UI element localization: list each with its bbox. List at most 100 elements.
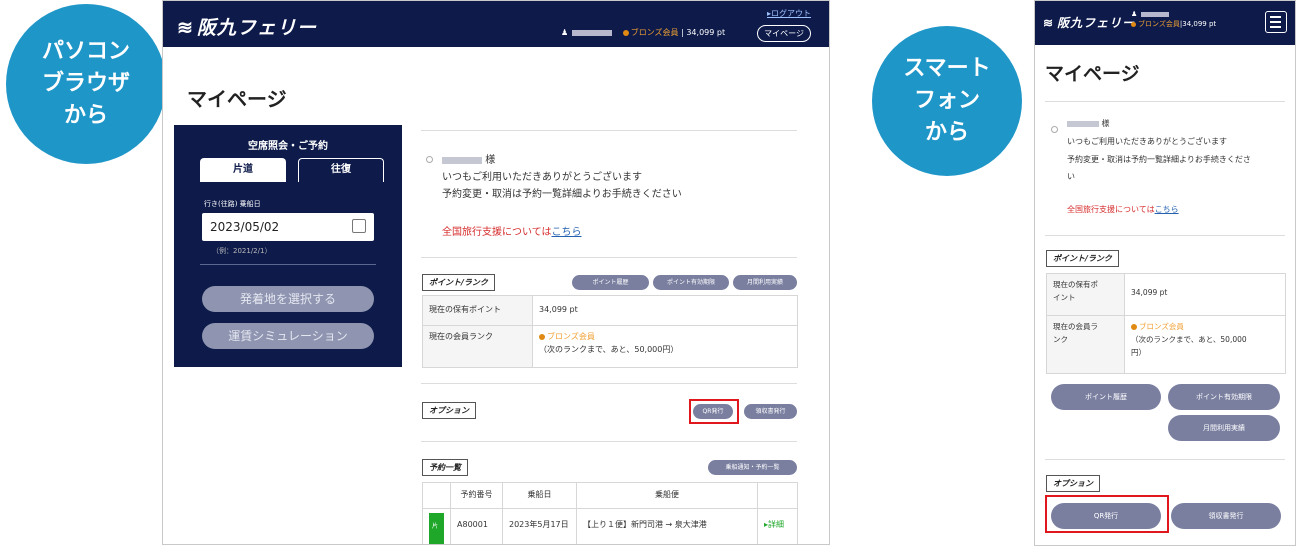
- table-cell: 34,099 pt: [1124, 273, 1286, 316]
- logo-text: 阪九フェリー: [196, 17, 317, 39]
- table-cell-text: 現在の保有ポ: [1053, 280, 1098, 289]
- options-section-label: オプション: [1046, 475, 1100, 492]
- pc-browser-screenshot: ≋ 阪九フェリー ♟ ブロンズ会員 | 34,099 pt ▸ログアウト マイペー…: [162, 0, 830, 545]
- table-row: 現在の保有ポイント 34,099 pt: [422, 295, 798, 326]
- badge-line: パソコン: [41, 39, 130, 64]
- badge-line: から: [63, 103, 108, 128]
- departure-date-label: 行き(往路) 乗船日: [204, 200, 261, 208]
- logout-link[interactable]: ▸ログアウト: [767, 8, 811, 19]
- user-name-blurred: [572, 29, 613, 36]
- table-header-cell: 乗船便: [576, 482, 758, 509]
- points-value: 34,099 pt: [1182, 20, 1217, 28]
- receipt-issue-button[interactable]: 領収書発行: [744, 404, 797, 419]
- menu-icon[interactable]: [1265, 11, 1287, 33]
- point-expiry-button[interactable]: ポイント有効期限: [653, 275, 729, 290]
- table-cell: ブロンズ会員 （次のランクまで、あと、50,000円）: [532, 325, 798, 368]
- trip-type-tabs: 片道 往復: [200, 158, 384, 182]
- logo-text: 阪九フェリー: [1057, 16, 1136, 30]
- rank-status: ブロンズ会員|34,099 pt: [1131, 19, 1216, 29]
- table-cell: 34,099 pt: [532, 295, 798, 326]
- divider: [1045, 459, 1285, 460]
- greeting-line2: 予約変更・取消は予約一覧詳細よりお手続きください: [442, 189, 682, 200]
- table-header-row: 予約番号 乗船日 乗船便: [422, 482, 798, 509]
- person-icon: [426, 156, 433, 163]
- table-cell: 現在の保有ポイント: [1046, 273, 1125, 316]
- wave-icon: ≋: [1043, 16, 1055, 30]
- greeting-line2: 予約変更・取消は予約一覧詳細よりお手続きくださ: [1067, 155, 1251, 164]
- table-cell-text: ンク: [1053, 335, 1068, 344]
- table-header-cell: 乗船日: [502, 482, 577, 509]
- user-icon: ♟: [1131, 10, 1138, 18]
- table-header-cell: [757, 482, 798, 509]
- divider: [421, 130, 797, 131]
- badge-line: スマート: [903, 56, 991, 81]
- departure-date-input[interactable]: 2023/05/02: [202, 213, 374, 241]
- travel-support-link[interactable]: こちら: [1155, 205, 1179, 214]
- smartphone-badge: スマート フォン から: [872, 26, 1022, 176]
- point-history-button[interactable]: ポイント履歴: [1051, 384, 1161, 410]
- divider: [421, 383, 797, 384]
- honorific: 様: [485, 155, 496, 166]
- table-cell-text: イント: [1053, 293, 1076, 302]
- table-cell: 現在の会員ランク: [1046, 315, 1125, 374]
- site-logo[interactable]: ≋ 阪九フェリー: [1043, 14, 1135, 31]
- greeting-line1: いつもご利用いただきありがとうございます: [442, 172, 642, 183]
- pc-browser-badge: パソコン ブラウザ から: [6, 4, 166, 164]
- name-blurred: [442, 156, 482, 164]
- rank-next-note: 円）: [1131, 348, 1146, 357]
- badge-line: ブラウザ: [41, 71, 130, 96]
- points-section-label: ポイント/ランク: [422, 274, 495, 291]
- page-title: マイページ: [187, 87, 287, 111]
- rank-label: ブロンズ会員: [1138, 20, 1180, 28]
- user-name-blurred: [1141, 11, 1170, 17]
- tab-roundtrip[interactable]: 往復: [298, 158, 384, 182]
- table-cell: 現在の保有ポイント: [422, 295, 533, 326]
- divider: [421, 441, 797, 442]
- site-logo[interactable]: ≋ 阪九フェリー: [177, 13, 317, 40]
- reservations-section-label: 予約一覧: [422, 459, 468, 476]
- user-status: ♟ ブロンズ会員 | 34,099 pt: [561, 28, 726, 37]
- table-cell: ▸詳細: [757, 508, 798, 544]
- user-icon: ♟: [561, 28, 569, 37]
- select-route-button[interactable]: 発着地を選択する: [202, 286, 374, 312]
- table-cell: A80001: [450, 508, 503, 544]
- table-cell: 2023年5月17日: [502, 508, 577, 544]
- points-section-label: ポイント/ランク: [1046, 250, 1119, 267]
- calendar-icon[interactable]: [352, 219, 366, 233]
- mypage-button[interactable]: マイページ: [757, 25, 811, 42]
- table-header-cell: [422, 482, 451, 509]
- travel-support-note: 全国旅行支援についてはこちら: [1067, 204, 1179, 215]
- bronze-rank-icon: [539, 333, 545, 340]
- tab-oneway[interactable]: 片道: [200, 158, 286, 182]
- wave-icon: ≋: [177, 17, 194, 39]
- highlight-frame: [689, 399, 739, 424]
- point-history-button[interactable]: ポイント履歴: [572, 275, 649, 290]
- reservations-table: 予約番号 乗船日 乗船便 片道 A80001 2023年5月17日 【上り１便】…: [422, 482, 798, 544]
- point-expiry-button[interactable]: ポイント有効期限: [1168, 384, 1280, 410]
- divider: [1045, 101, 1285, 102]
- monthly-usage-button[interactable]: 月間利用実績: [733, 275, 797, 290]
- page-title: マイページ: [1045, 63, 1140, 85]
- highlight-frame: [1045, 495, 1169, 533]
- travel-support-text: 全国旅行支援については: [1067, 205, 1155, 214]
- rank-label: ブロンズ会員: [630, 28, 679, 37]
- smartphone-screenshot: ≋ 阪九フェリー ♟ ブロンズ会員|34,099 pt マイページ 様 いつもご利…: [1034, 0, 1296, 546]
- points-table: 現在の保有ポイント 34,099 pt 現在の会員ランク ブロンズ会員 （次のラ…: [1046, 273, 1286, 374]
- booking-title: 空席照会・ご予約: [248, 141, 328, 152]
- monthly-usage-button[interactable]: 月間利用実績: [1168, 415, 1280, 441]
- table-cell: 片道: [422, 508, 451, 544]
- travel-support-text: 全国旅行支援については: [442, 227, 552, 238]
- detail-link[interactable]: ▸詳細: [764, 520, 784, 529]
- greeting-name: 様: [442, 151, 495, 166]
- departure-date-value: 2023/05/02: [210, 220, 280, 234]
- honorific: 様: [1101, 119, 1110, 128]
- bronze-rank-icon: [1131, 21, 1136, 27]
- boarding-notice-button[interactable]: 乗船通知・予約一覧: [708, 460, 797, 475]
- divider: [1045, 235, 1285, 236]
- fare-simulation-button[interactable]: 運賃シミュレーション: [202, 323, 374, 349]
- greeting-line1: いつもご利用いただきありがとうございます: [1067, 137, 1227, 146]
- travel-support-link[interactable]: こちら: [552, 227, 582, 238]
- travel-support-note: 全国旅行支援についてはこちら: [442, 223, 582, 238]
- receipt-issue-button[interactable]: 領収書発行: [1171, 503, 1281, 529]
- table-row[interactable]: 片道 A80001 2023年5月17日 【上り１便】新門司港 → 泉大津港 ▸…: [422, 508, 798, 544]
